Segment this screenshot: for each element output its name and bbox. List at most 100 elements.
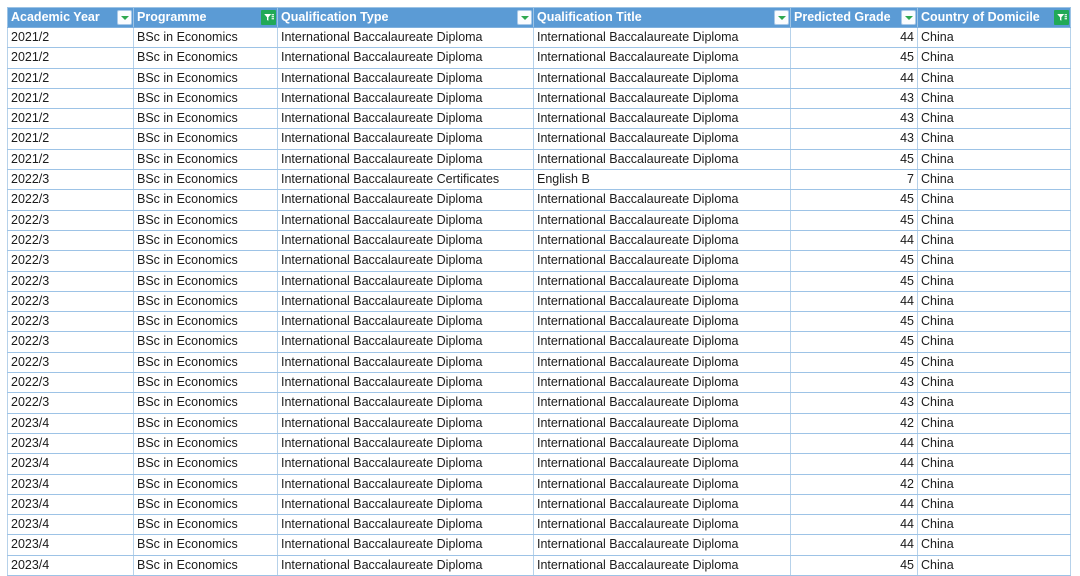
cell-programme[interactable]: BSc in Economics: [133, 250, 278, 272]
cell-predicted_grade[interactable]: 45: [790, 555, 918, 576]
cell-qualification_type[interactable]: International Baccalaureate Diploma: [277, 291, 534, 313]
cell-programme[interactable]: BSc in Economics: [133, 210, 278, 231]
cell-predicted_grade[interactable]: 43: [790, 392, 918, 414]
cell-programme[interactable]: BSc in Economics: [133, 68, 278, 89]
cell-qualification_type[interactable]: International Baccalaureate Diploma: [277, 413, 534, 434]
cell-country_of_domicile[interactable]: China: [917, 494, 1071, 516]
cell-predicted_grade[interactable]: 45: [790, 47, 918, 69]
cell-qualification_title[interactable]: International Baccalaureate Diploma: [533, 372, 791, 394]
cell-programme[interactable]: BSc in Economics: [133, 453, 278, 475]
cell-qualification_type[interactable]: International Baccalaureate Diploma: [277, 230, 534, 252]
cell-qualification_type[interactable]: International Baccalaureate Diploma: [277, 189, 534, 211]
cell-qualification_title[interactable]: English B: [533, 169, 791, 191]
cell-qualification_title[interactable]: International Baccalaureate Diploma: [533, 514, 791, 536]
table-row[interactable]: 2022/3 BSc in Economics International Bacc…: [7, 230, 1071, 252]
cell-programme[interactable]: BSc in Economics: [133, 149, 278, 171]
cell-qualification_title[interactable]: International Baccalaureate Diploma: [533, 189, 791, 211]
table-row[interactable]: 2023/4 BSc in Economics International Bacc…: [7, 474, 1071, 495]
cell-country_of_domicile[interactable]: China: [917, 108, 1071, 130]
table-row[interactable]: 2022/3 BSc in Economics International Bacc…: [7, 169, 1071, 191]
filter-funnel-active-icon[interactable]: [1054, 10, 1069, 25]
cell-qualification_type[interactable]: International Baccalaureate Diploma: [277, 534, 534, 556]
cell-programme[interactable]: BSc in Economics: [133, 555, 278, 576]
cell-qualification_type[interactable]: International Baccalaureate Diploma: [277, 331, 534, 353]
table-row[interactable]: 2021/2 BSc in Economics International Bacc…: [7, 68, 1071, 89]
cell-qualification_type[interactable]: International Baccalaureate Diploma: [277, 108, 534, 130]
cell-country_of_domicile[interactable]: China: [917, 47, 1071, 69]
cell-qualification_type[interactable]: International Baccalaureate Diploma: [277, 128, 534, 150]
table-row[interactable]: 2022/3 BSc in Economics International Bacc…: [7, 311, 1071, 333]
cell-country_of_domicile[interactable]: China: [917, 433, 1071, 455]
table-row[interactable]: 2023/4 BSc in Economics International Bacc…: [7, 534, 1071, 556]
cell-academic_year[interactable]: 2022/3: [7, 392, 134, 414]
cell-qualification_type[interactable]: International Baccalaureate Diploma: [277, 68, 534, 89]
cell-academic_year[interactable]: 2023/4: [7, 494, 134, 516]
cell-qualification_type[interactable]: International Baccalaureate Diploma: [277, 271, 534, 292]
cell-qualification_type[interactable]: International Baccalaureate Diploma: [277, 453, 534, 475]
cell-country_of_domicile[interactable]: China: [917, 413, 1071, 434]
cell-programme[interactable]: BSc in Economics: [133, 433, 278, 455]
cell-academic_year[interactable]: 2021/2: [7, 128, 134, 150]
table-row[interactable]: 2021/2 BSc in Economics International Bacc…: [7, 149, 1071, 171]
cell-programme[interactable]: BSc in Economics: [133, 169, 278, 191]
cell-country_of_domicile[interactable]: China: [917, 555, 1071, 576]
cell-country_of_domicile[interactable]: China: [917, 291, 1071, 313]
cell-qualification_type[interactable]: International Baccalaureate Diploma: [277, 47, 534, 69]
cell-academic_year[interactable]: 2022/3: [7, 291, 134, 313]
cell-academic_year[interactable]: 2023/4: [7, 413, 134, 434]
cell-country_of_domicile[interactable]: China: [917, 149, 1071, 171]
cell-predicted_grade[interactable]: 45: [790, 250, 918, 272]
cell-predicted_grade[interactable]: 43: [790, 128, 918, 150]
cell-predicted_grade[interactable]: 44: [790, 230, 918, 252]
cell-academic_year[interactable]: 2021/2: [7, 47, 134, 69]
cell-qualification_type[interactable]: International Baccalaureate Diploma: [277, 494, 534, 516]
cell-qualification_type[interactable]: International Baccalaureate Diploma: [277, 352, 534, 374]
cell-programme[interactable]: BSc in Economics: [133, 474, 278, 495]
filter-dropdown-icon[interactable]: [117, 10, 132, 25]
cell-qualification_title[interactable]: International Baccalaureate Diploma: [533, 291, 791, 313]
cell-qualification_title[interactable]: International Baccalaureate Diploma: [533, 271, 791, 292]
cell-qualification_title[interactable]: International Baccalaureate Diploma: [533, 230, 791, 252]
cell-qualification_title[interactable]: International Baccalaureate Diploma: [533, 27, 791, 49]
cell-predicted_grade[interactable]: 45: [790, 331, 918, 353]
cell-academic_year[interactable]: 2022/3: [7, 210, 134, 231]
table-row[interactable]: 2021/2 BSc in Economics International Bacc…: [7, 47, 1071, 69]
cell-qualification_type[interactable]: International Baccalaureate Certificates: [277, 169, 534, 191]
cell-programme[interactable]: BSc in Economics: [133, 494, 278, 516]
cell-programme[interactable]: BSc in Economics: [133, 230, 278, 252]
cell-country_of_domicile[interactable]: China: [917, 128, 1071, 150]
cell-qualification_title[interactable]: International Baccalaureate Diploma: [533, 108, 791, 130]
cell-predicted_grade[interactable]: 45: [790, 189, 918, 211]
cell-qualification_type[interactable]: International Baccalaureate Diploma: [277, 149, 534, 171]
cell-qualification_title[interactable]: International Baccalaureate Diploma: [533, 534, 791, 556]
cell-academic_year[interactable]: 2022/3: [7, 189, 134, 211]
cell-country_of_domicile[interactable]: China: [917, 474, 1071, 495]
cell-academic_year[interactable]: 2021/2: [7, 27, 134, 49]
cell-country_of_domicile[interactable]: China: [917, 514, 1071, 536]
cell-qualification_title[interactable]: International Baccalaureate Diploma: [533, 413, 791, 434]
cell-country_of_domicile[interactable]: China: [917, 331, 1071, 353]
cell-qualification_type[interactable]: International Baccalaureate Diploma: [277, 392, 534, 414]
cell-academic_year[interactable]: 2022/3: [7, 331, 134, 353]
table-row[interactable]: 2022/3 BSc in Economics International Bacc…: [7, 331, 1071, 353]
cell-predicted_grade[interactable]: 44: [790, 514, 918, 536]
cell-country_of_domicile[interactable]: China: [917, 352, 1071, 374]
table-row[interactable]: 2023/4 BSc in Economics International Bacc…: [7, 413, 1071, 434]
cell-country_of_domicile[interactable]: China: [917, 210, 1071, 231]
cell-country_of_domicile[interactable]: China: [917, 189, 1071, 211]
cell-academic_year[interactable]: 2022/3: [7, 311, 134, 333]
cell-academic_year[interactable]: 2022/3: [7, 372, 134, 394]
cell-academic_year[interactable]: 2023/4: [7, 514, 134, 536]
filter-dropdown-icon[interactable]: [774, 10, 789, 25]
cell-programme[interactable]: BSc in Economics: [133, 108, 278, 130]
table-row[interactable]: 2023/4 BSc in Economics International Bacc…: [7, 514, 1071, 536]
cell-country_of_domicile[interactable]: China: [917, 88, 1071, 110]
table-row[interactable]: 2023/4 BSc in Economics International Bacc…: [7, 555, 1071, 576]
cell-country_of_domicile[interactable]: China: [917, 169, 1071, 191]
cell-qualification_title[interactable]: International Baccalaureate Diploma: [533, 474, 791, 495]
cell-academic_year[interactable]: 2021/2: [7, 68, 134, 89]
cell-academic_year[interactable]: 2022/3: [7, 230, 134, 252]
cell-country_of_domicile[interactable]: China: [917, 250, 1071, 272]
cell-academic_year[interactable]: 2022/3: [7, 352, 134, 374]
cell-academic_year[interactable]: 2023/4: [7, 534, 134, 556]
